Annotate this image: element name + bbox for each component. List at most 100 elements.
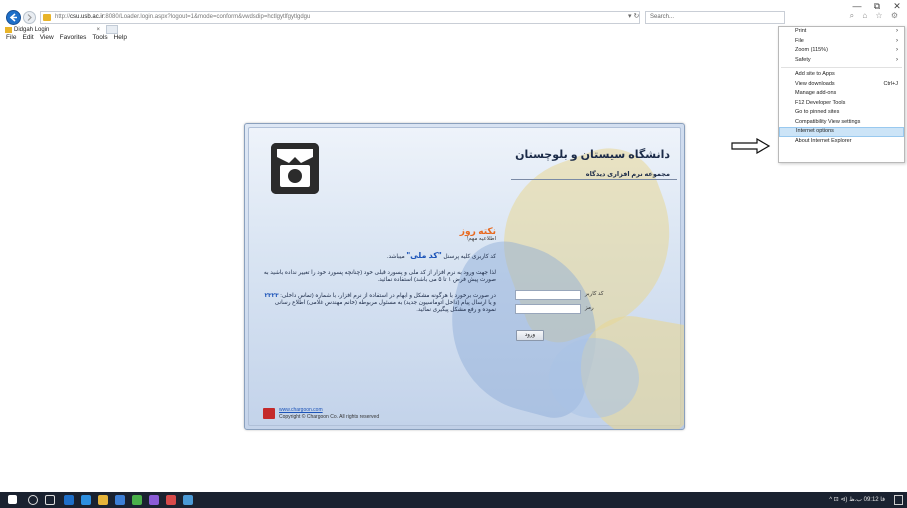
notice-text: کد کاربری کلیه پرسنل: [441, 254, 496, 260]
task-view-icon[interactable]: [45, 495, 55, 505]
notice-paragraph-3: در صورت برخورد با هرگونه مشکل و ابهام در…: [263, 293, 496, 314]
notification-icon[interactable]: [894, 495, 903, 505]
app-icon[interactable]: [183, 495, 193, 505]
store-icon[interactable]: [115, 495, 125, 505]
notice-highlight: "کد ملی": [406, 251, 442, 260]
menu-item-label: Manage add-ons: [795, 90, 837, 96]
system-tray[interactable]: ^ ⊡ ⊲) فا 09:12 ب.ظ: [829, 492, 885, 508]
menu-favorites[interactable]: Favorites: [60, 34, 87, 41]
search-icon[interactable]: [28, 495, 38, 505]
login-button[interactable]: ورود: [516, 330, 544, 341]
menu-item-label: View downloads: [795, 80, 835, 87]
address-dropdown-refresh-icon[interactable]: ▾ ↻: [628, 11, 639, 22]
menu-file[interactable]: File: [6, 34, 16, 41]
username-input[interactable]: [515, 290, 581, 300]
username-row: کد کاربر: [515, 290, 625, 302]
notice-paragraph-1: کد کاربری کلیه پرسنل "کد ملی" میباشد.: [263, 252, 496, 261]
notice-text: در صورت برخورد با هرگونه مشکل و ابهام در…: [278, 293, 496, 299]
new-tab-button[interactable]: [106, 25, 118, 34]
notice-phone: ۲۳۲۳: [264, 293, 279, 299]
chargoon-logo: [263, 408, 275, 419]
menu-bar: File Edit View Favorites Tools Help: [6, 34, 127, 41]
menu-item-view-downloads[interactable]: View downloads Ctrl+J: [779, 80, 904, 90]
menu-item-label: F12 Developer Tools: [795, 99, 846, 106]
site-favicon-icon: [43, 14, 51, 21]
url-host: csu.usb.ac.ir: [70, 14, 104, 20]
menu-item-label: Compatibility View settings: [795, 118, 861, 125]
edge-icon[interactable]: [81, 495, 91, 505]
taskbar: ^ ⊡ ⊲) فا 09:12 ب.ظ: [0, 492, 907, 508]
menu-item-print[interactable]: Print ›: [779, 27, 904, 37]
menu-item-add-site-to-apps[interactable]: Add site to Apps: [779, 70, 904, 80]
toolbar-icons[interactable]: ⌕ ⌂ ☆ ⚙: [850, 11, 901, 21]
system-subtitle: مجموعه نرم افزاری دیدگاه: [585, 171, 670, 178]
chevron-right-icon: ›: [896, 28, 898, 34]
url-prefix: http://: [55, 14, 71, 20]
decor-shape: [549, 338, 639, 418]
password-row: رمز: [515, 304, 625, 316]
menu-item-safety[interactable]: Safety ›: [779, 56, 904, 66]
menu-item-label: Print: [795, 28, 807, 34]
chargoon-link[interactable]: www.chargoon.com: [279, 407, 323, 413]
login-panel-inner: دانشگاه سیستان و بلوچستان مجموعه نرم افز…: [248, 127, 684, 429]
app-icon[interactable]: [166, 495, 176, 505]
tab-row: Didgah Login ×: [0, 25, 907, 35]
tip-subtitle: اطلاعیه مهم!: [466, 236, 496, 242]
tab-title: Didgah Login: [14, 27, 50, 33]
menu-item-label: Go to pinned sites: [795, 109, 840, 115]
tip-title: نکته روز: [459, 226, 496, 236]
address-bar[interactable]: http://csu.usb.ac.ir:8080/Loader.login.a…: [40, 11, 640, 24]
menu-item-about-internet-explorer[interactable]: About Internet Explorer: [779, 137, 904, 147]
notice-text: و یا ارسال پیام (داخل اتوماسیون جدید) به…: [274, 300, 496, 313]
app-icon[interactable]: [132, 495, 142, 505]
app-icon[interactable]: [149, 495, 159, 505]
notice-text: میباشد.: [386, 254, 407, 260]
menu-item-go-to-pinned-sites[interactable]: Go to pinned sites: [779, 108, 904, 118]
back-arrow-icon: [9, 13, 17, 22]
search-input[interactable]: Search...: [645, 11, 785, 24]
menu-item-label: Zoom (115%): [795, 47, 828, 53]
menu-edit[interactable]: Edit: [22, 34, 33, 41]
start-icon[interactable]: [8, 495, 17, 504]
url-rest: :8080/Loader.login.aspx?logout=1&mode=co…: [103, 14, 311, 20]
university-name: دانشگاه سیستان و بلوچستان: [515, 149, 670, 161]
back-button[interactable]: [6, 10, 21, 25]
chevron-right-icon: ›: [896, 47, 898, 53]
tab-favicon-icon: [5, 27, 12, 33]
menu-item-label: File: [795, 37, 804, 44]
menu-view[interactable]: View: [40, 34, 54, 41]
password-label: رمز: [585, 305, 594, 311]
forward-button[interactable]: [23, 11, 36, 24]
tools-context-menu: Print › File › Zoom (115%) › Safety › Add site t…: [778, 26, 905, 163]
password-input[interactable]: [515, 304, 581, 314]
menu-tools[interactable]: Tools: [92, 34, 107, 41]
menu-item-label: Internet options: [796, 128, 834, 134]
username-label: کد کاربر: [585, 291, 604, 297]
forward-arrow-icon: [27, 14, 32, 21]
menu-item-label: About Internet Explorer: [795, 137, 852, 144]
menu-item-zoom-115[interactable]: Zoom (115%) ›: [779, 46, 904, 56]
ie-icon[interactable]: [64, 495, 74, 505]
menu-item-f12-developer-tools[interactable]: F12 Developer Tools: [779, 99, 904, 109]
chevron-right-icon: ›: [896, 56, 898, 63]
university-logo: [271, 143, 319, 194]
chevron-right-icon: ›: [896, 37, 898, 44]
menu-item-file[interactable]: File ›: [779, 37, 904, 47]
tip-of-day: نکته روز اطلاعیه مهم! کد کاربری کلیه پرس…: [263, 226, 496, 323]
navigation-bar: http://csu.usb.ac.ir:8080/Loader.login.a…: [0, 10, 907, 26]
login-panel: دانشگاه سیستان و بلوچستان مجموعه نرم افز…: [244, 123, 685, 430]
menu-item-internet-options[interactable]: Internet options: [779, 127, 904, 137]
browser-window: — ⧉ ✕ http://csu.usb.ac.ir:8080/Loader.l…: [0, 0, 907, 508]
title-divider: [511, 179, 677, 180]
menu-item-label: Add site to Apps: [795, 71, 835, 77]
login-form: کد کاربر رمز: [515, 290, 625, 318]
menu-item-label: Safety: [795, 56, 811, 63]
menu-separator: [781, 67, 902, 68]
menu-shortcut: Ctrl+J: [883, 80, 898, 87]
menu-help[interactable]: Help: [114, 34, 127, 41]
copyright-text: Copyright © Chargoon Co. All rights rese…: [279, 414, 380, 420]
menu-item-manage-add-ons[interactable]: Manage add-ons: [779, 89, 904, 99]
pointer-arrow-icon: [731, 138, 771, 154]
folder-icon[interactable]: [98, 495, 108, 505]
menu-item-compatibility-view-settings[interactable]: Compatibility View settings: [779, 118, 904, 128]
